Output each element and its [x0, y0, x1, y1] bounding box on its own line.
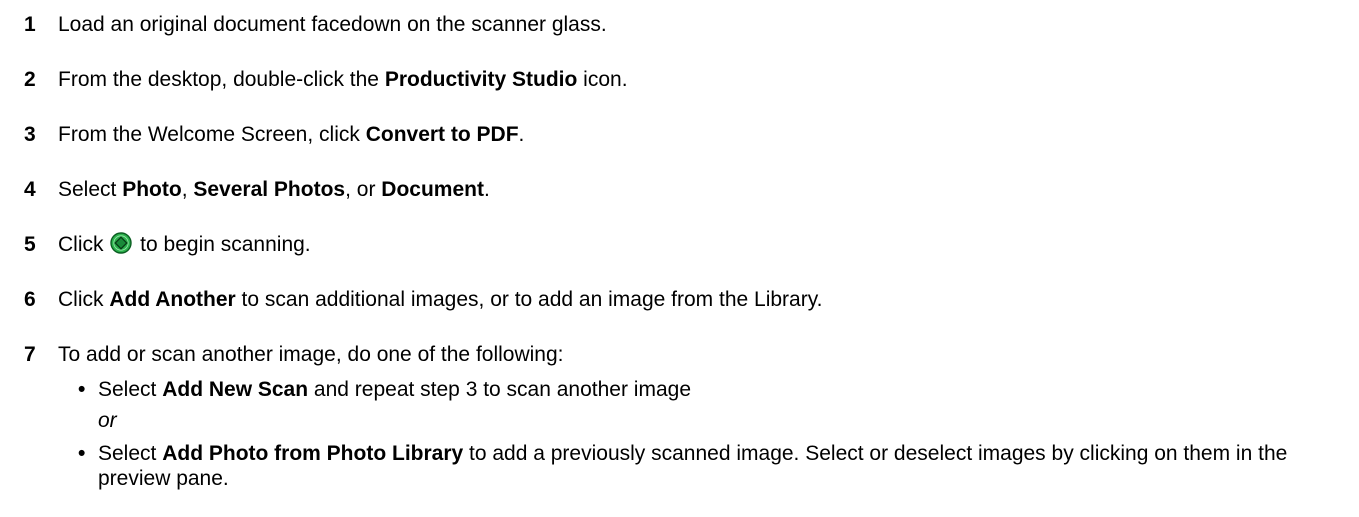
bullet: •	[78, 378, 86, 401]
option-text: Select Add Photo from Photo Library to a…	[78, 441, 1348, 491]
separator-text: , or	[345, 178, 382, 201]
step-text: From the desktop, double-click the	[58, 68, 385, 91]
or-text: or	[98, 409, 117, 432]
step-text: .	[483, 178, 490, 201]
add-another-label: Add Another	[109, 288, 236, 311]
option-text-pre: Select	[98, 378, 163, 401]
step-number: 6	[24, 288, 36, 311]
step-text: To add or scan another image, do one of …	[58, 343, 564, 366]
step-text: .	[518, 123, 525, 146]
step-text: Load an original document facedown on th…	[58, 13, 607, 36]
step-7: 7 To add or scan another image, do one of…	[24, 342, 1344, 367]
step-text: Select	[58, 178, 123, 201]
step-text: icon.	[577, 68, 628, 91]
separator-text: ,	[181, 178, 194, 201]
bullet: •	[78, 442, 86, 465]
step-text: From the Welcome Screen, click	[58, 123, 366, 146]
step-6: 6 Click Add Another to scan additional im…	[24, 287, 1344, 312]
add-photo-from-photo-library-label: Add Photo from Photo Library	[162, 442, 464, 465]
step-text: Click	[58, 233, 110, 256]
step-5: 5 Click to begin scanning.	[24, 232, 1344, 257]
step-number: 7	[24, 343, 36, 366]
instruction-page: 1 Load an original document facedown on t…	[0, 0, 1359, 517]
step-number: 1	[24, 13, 36, 36]
option-text-post: and repeat step 3 to scan another image	[308, 378, 691, 401]
convert-to-pdf-label: Convert to PDF	[365, 123, 519, 146]
step-2: 2 From the desktop, double-click the Prod…	[24, 67, 1344, 92]
step-1: 1 Load an original document facedown on t…	[24, 12, 1344, 37]
step-number: 5	[24, 233, 36, 256]
option-text: Select Add New Scan and repeat step 3 to…	[78, 377, 1348, 402]
step-3: 3 From the Welcome Screen, click Convert …	[24, 122, 1344, 147]
several-photos-label: Several Photos	[193, 178, 346, 201]
option-text-pre: Select	[98, 442, 163, 465]
option-add-photo-from-library: • Select Add Photo from Photo Library to…	[78, 441, 1348, 491]
step-text: Click	[58, 288, 110, 311]
scan-start-icon	[110, 232, 133, 254]
option-add-new-scan: • Select Add New Scan and repeat step 3 …	[78, 377, 1348, 402]
step-number: 4	[24, 178, 36, 201]
step-number: 3	[24, 123, 36, 146]
document-label: Document	[381, 178, 484, 201]
step-text: to begin scanning.	[134, 233, 311, 256]
step-number: 2	[24, 68, 36, 91]
productivity-studio-label: Productivity Studio	[384, 68, 578, 91]
step-4: 4 Select Photo, Several Photos, or Docume…	[24, 177, 1344, 202]
photo-label: Photo	[122, 178, 182, 201]
add-new-scan-label: Add New Scan	[162, 378, 309, 401]
step-text: to scan additional images, or to add an …	[235, 288, 823, 311]
